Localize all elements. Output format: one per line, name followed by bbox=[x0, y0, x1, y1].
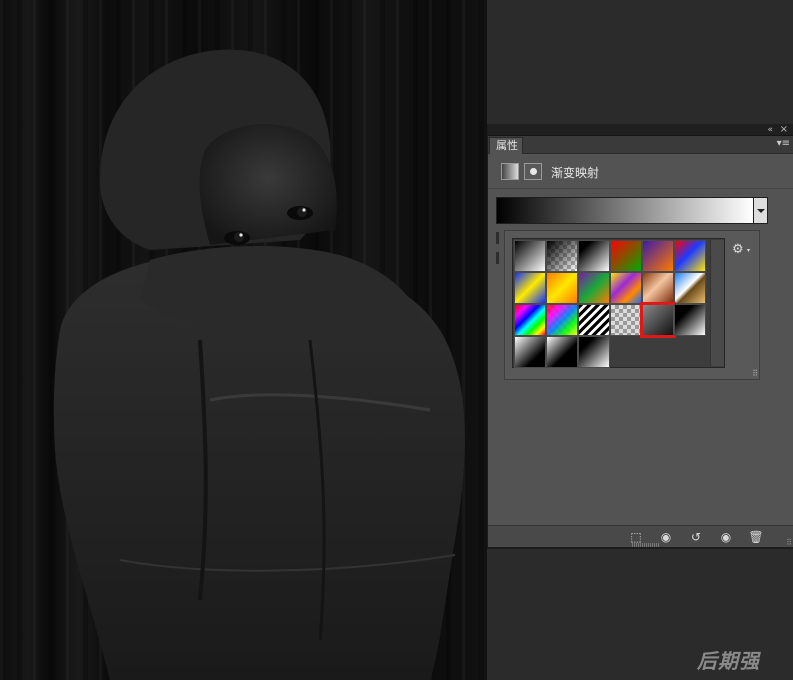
gradient-swatch-white-black-a[interactable] bbox=[514, 336, 546, 368]
gradient-map-icon[interactable] bbox=[501, 163, 519, 180]
gradient-swatch-black-to-white-diag[interactable] bbox=[674, 304, 706, 336]
gradient-swatch-transparent-checker[interactable] bbox=[610, 304, 642, 336]
resize-grip-icon[interactable]: ⠿ bbox=[752, 369, 758, 378]
swatch-area bbox=[512, 238, 725, 368]
resize-grip-icon[interactable]: ⠿ bbox=[786, 538, 792, 547]
gradient-swatch-copper[interactable] bbox=[642, 272, 674, 304]
panel-bottom-border bbox=[487, 547, 793, 549]
gradient-swatch-spectrum[interactable] bbox=[514, 304, 546, 336]
reset-icon[interactable]: ↺ bbox=[684, 528, 708, 546]
properties-panel-body: 渐变映射 ⚙ ▾ ⠿ bbox=[488, 154, 793, 525]
gradient-picker-popup: ⚙ ▾ ⠿ bbox=[504, 230, 760, 380]
option-checkbox-edge bbox=[496, 252, 499, 264]
layer-mask-icon[interactable] bbox=[524, 163, 542, 180]
collapse-icon[interactable]: « bbox=[767, 124, 773, 136]
gradient-swatch-chrome[interactable] bbox=[674, 272, 706, 304]
gradient-swatch-foreground-to-background[interactable] bbox=[514, 240, 546, 272]
gradient-swatch-black-white[interactable] bbox=[578, 240, 610, 272]
panel-menu-icon[interactable]: ▾≡ bbox=[777, 138, 790, 149]
gradient-swatch-violet-green-orange[interactable] bbox=[578, 272, 610, 304]
close-icon[interactable]: × bbox=[780, 124, 788, 136]
gradient-swatch-blue-red-yellow[interactable] bbox=[674, 240, 706, 272]
gradient-swatch-yellow-violet-orange-blue[interactable] bbox=[610, 272, 642, 304]
gradient-swatch-transparent-rainbow[interactable] bbox=[546, 304, 578, 336]
gradient-swatch-orange-yellow-orange[interactable] bbox=[546, 272, 578, 304]
gradient-swatch-dark-gradient-selected[interactable] bbox=[640, 302, 676, 338]
gradient-swatch-red-green[interactable] bbox=[610, 240, 642, 272]
gradient-swatch-grid bbox=[514, 240, 706, 368]
trash-icon[interactable]: 🗑 bbox=[744, 528, 768, 546]
tab-properties[interactable]: 属性 bbox=[489, 137, 523, 154]
watermark-logo: 后期强 bbox=[697, 649, 760, 673]
visibility-eye-icon[interactable]: ◉ bbox=[714, 528, 738, 546]
adjustment-title: 渐变映射 bbox=[551, 166, 600, 180]
gear-icon[interactable]: ⚙ bbox=[732, 242, 744, 257]
panel-tab-bar: 属性 ▾≡ bbox=[488, 136, 793, 154]
picker-scrollbar[interactable] bbox=[710, 240, 724, 366]
chevron-down-icon[interactable]: ▾ bbox=[747, 247, 750, 254]
option-checkbox-edge bbox=[496, 232, 499, 244]
panel-title-strip[interactable]: « × bbox=[488, 124, 793, 136]
gradient-swatch-white-black-c[interactable] bbox=[578, 336, 610, 368]
gradient-swatch-white-black-b[interactable] bbox=[546, 336, 578, 368]
gradient-swatch-foreground-to-transparent[interactable] bbox=[546, 240, 578, 272]
gradient-dropdown-button[interactable] bbox=[754, 197, 768, 224]
gradient-swatch-transparent-stripes[interactable] bbox=[578, 304, 610, 336]
gradient-preview[interactable] bbox=[496, 197, 754, 224]
photo-canvas[interactable] bbox=[0, 0, 487, 680]
adjustment-header: 渐变映射 bbox=[488, 154, 793, 189]
gradient-swatch-blue-yellow-blue[interactable] bbox=[514, 272, 546, 304]
photo-subject bbox=[53, 49, 465, 680]
gradient-swatch-violet-orange[interactable] bbox=[642, 240, 674, 272]
